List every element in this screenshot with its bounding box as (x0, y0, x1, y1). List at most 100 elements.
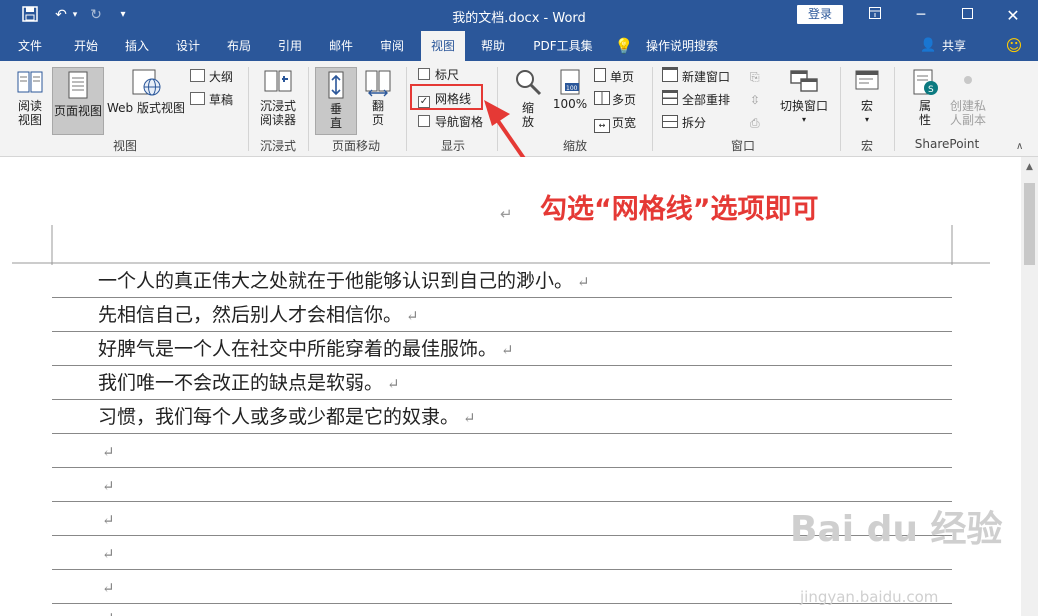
share-button[interactable]: 共享 (936, 31, 972, 61)
empty-line[interactable]: ↵ (98, 439, 115, 464)
person-icon: 👤 (920, 38, 937, 53)
ruler-label: 标尺 (435, 68, 460, 82)
draft-button[interactable]: 草稿 (190, 90, 233, 110)
properties-label-2: 性 (918, 113, 931, 127)
multiple-pages-button[interactable]: 多页 (594, 90, 636, 110)
document-line-2[interactable]: 先相信自己，然后别人才会相信你。 ↵ (98, 303, 419, 328)
private-copy-icon (964, 76, 972, 84)
read-mode-button[interactable]: 阅读 视图 (8, 65, 52, 133)
login-button[interactable]: 登录 (797, 5, 843, 24)
switch-windows-button[interactable]: 切换窗口 ▾ (776, 65, 832, 133)
properties-button[interactable]: S 属 性 (904, 65, 946, 133)
web-layout-icon (132, 69, 161, 96)
tab-mailings[interactable]: 邮件 (319, 31, 363, 61)
ruler-checkbox[interactable]: 标尺 (418, 65, 459, 85)
tab-references[interactable]: 引用 (268, 31, 312, 61)
tab-home[interactable]: 开始 (64, 31, 108, 61)
paragraph-mark: ↵ (387, 375, 400, 393)
magnifier-icon (516, 70, 542, 96)
paragraph-mark: ↵ (501, 341, 514, 359)
vertical-scrollbar[interactable]: ▲ (1021, 157, 1038, 616)
line-text: 先相信自己，然后别人才会相信你。 (98, 304, 403, 326)
smiley-feedback-icon[interactable]: ☺ (1002, 31, 1026, 61)
vertical-label-1: 垂 (329, 102, 342, 116)
split-button[interactable]: 拆分 (662, 113, 706, 133)
create-private-copy-label-1: 创建私 (949, 99, 986, 113)
document-line-4[interactable]: 我们唯一不会改正的缺点是软弱。 ↵ (98, 371, 400, 396)
document-line-5[interactable]: 习惯，我们每个人或多或少都是它的奴隶。 ↵ (98, 405, 476, 430)
tab-insert[interactable]: 插入 (115, 31, 159, 61)
ribbon-display-options-icon[interactable] (852, 0, 898, 31)
view-side-by-side-icon[interactable]: ⎘ (750, 67, 760, 87)
arrange-all-button[interactable]: 全部重排 (662, 90, 730, 110)
tab-pdf-tools[interactable]: PDF工具集 (525, 31, 601, 61)
ruler-checkbox-box[interactable] (418, 68, 430, 80)
document-line-3[interactable]: 好脾气是一个人在社交中所能穿着的最佳服饰。 ↵ (98, 337, 514, 362)
side-to-side-icon (365, 70, 391, 97)
header-paragraph-mark: ↵ (500, 205, 513, 223)
empty-line[interactable]: ↵ (98, 473, 115, 498)
create-private-copy-button[interactable]: 创建私 人副本 (946, 65, 990, 133)
tab-review[interactable]: 审阅 (370, 31, 414, 61)
paragraph-mark: ↵ (463, 409, 476, 427)
document-line-1[interactable]: 一个人的真正伟大之处就在于他能够认识到自己的渺小。 ↵ (98, 269, 590, 294)
new-window-button[interactable]: 新建窗口 (662, 67, 730, 87)
maximize-icon[interactable] (944, 0, 990, 31)
minimize-icon[interactable]: ─ (898, 0, 944, 31)
paragraph-mark: ↵ (102, 545, 115, 563)
outline-label: 大纲 (209, 70, 234, 84)
tab-layout[interactable]: 布局 (217, 31, 261, 61)
immersive-reader-button[interactable]: 沉浸式 阅读器 (254, 65, 302, 133)
tab-design[interactable]: 设计 (166, 31, 210, 61)
close-icon[interactable]: ✕ (990, 0, 1036, 31)
svg-text:S: S (928, 85, 934, 95)
empty-line[interactable]: ↵ (98, 507, 115, 532)
gridline (52, 467, 952, 468)
zoom-100-icon: 100 (560, 69, 580, 95)
one-page-button[interactable]: 单页 (594, 67, 634, 87)
tell-me-search[interactable]: 操作说明搜索 (640, 31, 724, 61)
sharepoint-properties-icon: S (913, 69, 938, 95)
paragraph-mark: ↵ (102, 477, 115, 495)
vertical-scroll-icon (328, 71, 344, 99)
reset-window-position-icon[interactable]: ⎙ (750, 113, 760, 133)
gridline (52, 399, 952, 400)
baidu-watermark-url: jingyan.baidu.com (800, 588, 939, 606)
side-to-side-button[interactable]: 翻 页 (358, 65, 398, 133)
macros-group-label: 宏 (860, 139, 873, 153)
empty-line[interactable]: ↵ (98, 541, 115, 566)
line-text: 习惯，我们每个人或多或少都是它的奴隶。 (98, 406, 460, 428)
scrollbar-thumb[interactable] (1024, 183, 1035, 265)
separator (248, 67, 249, 151)
gridline (52, 297, 952, 298)
side-label-1: 翻 (371, 99, 384, 113)
outline-button[interactable]: 大纲 (190, 67, 233, 87)
draft-icon (190, 92, 205, 105)
line-text: 我们唯一不会改正的缺点是软弱。 (98, 372, 384, 394)
navigation-pane-checkbox-box[interactable] (418, 115, 430, 127)
vertical-page-movement-button[interactable]: 垂 直 (315, 67, 357, 135)
macros-button[interactable]: 宏 ▾ (848, 65, 886, 133)
empty-line[interactable]: ↵ (98, 605, 115, 616)
page-width-button[interactable]: ↔ 页宽 (594, 113, 636, 133)
split-icon (662, 115, 678, 128)
paragraph-mark: ↵ (102, 443, 115, 461)
side-label-2: 页 (371, 113, 384, 127)
ribbon-tabs: 文件 开始 插入 设计 布局 引用 邮件 审阅 视图 帮助 PDF工具集 💡 操… (0, 31, 1038, 61)
print-layout-button[interactable]: 页面视图 (52, 67, 104, 135)
read-mode-label-2: 视图 (17, 113, 42, 127)
scroll-up-icon[interactable]: ▲ (1021, 160, 1038, 174)
page-width-label: 页宽 (612, 116, 637, 130)
synchronous-scrolling-icon[interactable]: ⇳ (750, 90, 760, 110)
one-page-label: 单页 (610, 70, 635, 84)
paragraph-mark: ↵ (406, 307, 419, 325)
multiple-pages-icon (594, 91, 610, 105)
read-mode-icon (17, 71, 43, 93)
tab-view[interactable]: 视图 (421, 31, 465, 61)
empty-line[interactable]: ↵ (98, 575, 115, 600)
tab-file[interactable]: 文件 (8, 31, 52, 61)
collapse-ribbon-icon[interactable]: ∧ (1016, 141, 1023, 152)
web-layout-button[interactable]: Web 版式视图 (104, 65, 188, 133)
draft-label: 草稿 (209, 93, 234, 107)
tab-help[interactable]: 帮助 (471, 31, 515, 61)
